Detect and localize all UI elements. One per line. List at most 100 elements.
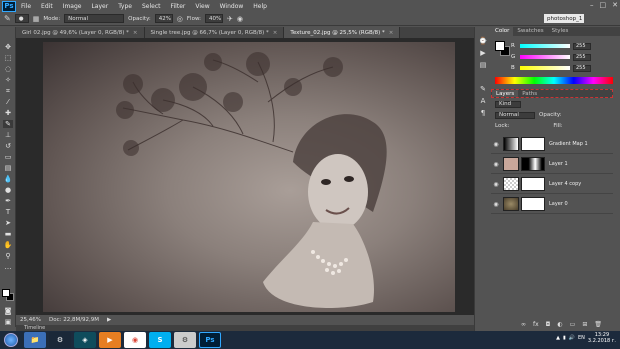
close-icon[interactable]: × bbox=[389, 30, 394, 36]
photoshop-icon[interactable]: Ps bbox=[199, 332, 221, 348]
quick-mask-icon[interactable]: ◙ bbox=[3, 307, 13, 315]
history-brush-tool-icon[interactable]: ↺ bbox=[3, 142, 13, 150]
menu-image[interactable]: Image bbox=[58, 3, 87, 10]
type-tool-icon[interactable]: T bbox=[3, 208, 13, 216]
settings-icon[interactable]: ⚙ bbox=[174, 332, 196, 348]
paragraph-icon[interactable]: ¶ bbox=[478, 109, 488, 117]
menu-select[interactable]: Select bbox=[137, 3, 166, 10]
quick-select-tool-icon[interactable]: ✧ bbox=[3, 76, 13, 84]
dodge-tool-icon[interactable]: ● bbox=[3, 186, 13, 194]
layer-row[interactable]: ◉ Layer 1 bbox=[491, 155, 613, 174]
menu-view[interactable]: View bbox=[190, 3, 214, 10]
skype-icon[interactable]: S bbox=[149, 332, 171, 348]
lasso-tool-icon[interactable]: ◌ bbox=[3, 65, 13, 73]
layer-row[interactable]: ◉ Layer 0 bbox=[491, 195, 613, 214]
brush-settings-icon[interactable]: ✎ bbox=[478, 85, 488, 93]
tab-styles[interactable]: Styles bbox=[548, 27, 573, 36]
document-canvas[interactable] bbox=[43, 42, 455, 312]
actions-icon[interactable]: ▶ bbox=[478, 49, 488, 57]
g-value[interactable]: 255 bbox=[573, 53, 591, 61]
language-indicator[interactable]: EN bbox=[578, 335, 585, 341]
network-icon[interactable]: ▮ bbox=[563, 335, 566, 341]
shape-tool-icon[interactable]: ▬ bbox=[3, 230, 13, 238]
green-slider[interactable]: G 255 bbox=[511, 53, 617, 61]
clock[interactable]: 13:29 3.2.2018 г. bbox=[588, 332, 616, 344]
crop-tool-icon[interactable]: ⌗ bbox=[3, 87, 13, 95]
more-tools-icon[interactable]: … bbox=[3, 263, 13, 271]
layer-mask-thumb[interactable] bbox=[521, 137, 545, 151]
layer-name[interactable]: Layer 1 bbox=[549, 161, 568, 167]
close-icon[interactable]: × bbox=[133, 30, 138, 36]
visibility-eye-icon[interactable]: ◉ bbox=[491, 161, 501, 168]
history-icon[interactable]: ⌚ bbox=[478, 37, 488, 45]
red-slider[interactable]: R 255 bbox=[511, 42, 617, 50]
visibility-eye-icon[interactable]: ◉ bbox=[491, 141, 501, 148]
airbrush-icon[interactable]: ✈ bbox=[227, 15, 233, 23]
menu-filter[interactable]: Filter bbox=[166, 3, 191, 10]
character-icon[interactable]: A bbox=[478, 97, 488, 105]
tab-single-tree[interactable]: Single tree.jpg @ 66,7% (Layer 0, RGB/8)… bbox=[144, 27, 285, 38]
steam-icon[interactable]: ⚙ bbox=[49, 332, 71, 348]
volume-icon[interactable]: 🔊 bbox=[569, 335, 575, 341]
mode-select[interactable]: Normal bbox=[64, 14, 125, 23]
menu-type[interactable]: Type bbox=[113, 3, 137, 10]
properties-icon[interactable]: ▤ bbox=[478, 61, 488, 69]
b-value[interactable]: 255 bbox=[573, 64, 591, 72]
blue-slider[interactable]: B 255 bbox=[511, 64, 617, 72]
brush-tool-icon[interactable]: ✎ bbox=[3, 120, 13, 128]
menu-edit[interactable]: Edit bbox=[36, 3, 58, 10]
menu-help[interactable]: Help bbox=[248, 3, 272, 10]
explorer-icon[interactable]: 📁 bbox=[24, 332, 46, 348]
workspace-select[interactable]: photoshop_1 bbox=[544, 14, 584, 23]
screen-mode-icon[interactable]: ▣ bbox=[3, 318, 13, 326]
move-tool-icon[interactable]: ✥ bbox=[3, 43, 13, 51]
layer-mask-thumb[interactable] bbox=[521, 177, 545, 191]
foreground-color-swatch[interactable] bbox=[2, 289, 10, 297]
blend-mode-select[interactable]: Normal bbox=[495, 111, 535, 119]
fg-color-chip[interactable] bbox=[495, 41, 505, 51]
tab-paths[interactable]: Paths bbox=[518, 90, 541, 97]
layer-name[interactable]: Layer 4 copy bbox=[549, 181, 581, 187]
healing-tool-icon[interactable]: ✚ bbox=[3, 109, 13, 117]
maximize-icon[interactable]: □ bbox=[600, 1, 607, 9]
layer-row[interactable]: ◉ Gradient Map 1 bbox=[491, 135, 613, 154]
path-select-tool-icon[interactable]: ➤ bbox=[3, 219, 13, 227]
status-arrow-icon[interactable]: ▶ bbox=[107, 317, 111, 323]
pen-tool-icon[interactable]: ✒ bbox=[3, 197, 13, 205]
delete-layer-icon[interactable]: 🗑 bbox=[594, 321, 602, 328]
tray-arrow-icon[interactable]: ▲ bbox=[556, 335, 560, 341]
layer-mask-thumb[interactable] bbox=[521, 197, 545, 211]
menu-file[interactable]: File bbox=[16, 3, 36, 10]
tab-color[interactable]: Color bbox=[491, 27, 514, 36]
eraser-tool-icon[interactable]: ▭ bbox=[3, 153, 13, 161]
close-icon[interactable]: × bbox=[273, 30, 278, 36]
layer-mask-thumb[interactable] bbox=[521, 157, 545, 171]
start-button[interactable] bbox=[4, 333, 18, 347]
visibility-eye-icon[interactable]: ◉ bbox=[491, 181, 501, 188]
menu-window[interactable]: Window bbox=[215, 3, 249, 10]
group-icon[interactable]: ▭ bbox=[570, 321, 576, 328]
add-mask-icon[interactable]: ◘ bbox=[546, 321, 551, 328]
media-player-icon[interactable]: ▶ bbox=[99, 332, 121, 348]
hand-tool-icon[interactable]: ✋ bbox=[3, 241, 13, 249]
layer-name[interactable]: Gradient Map 1 bbox=[549, 141, 588, 147]
color-spectrum-bar[interactable] bbox=[495, 77, 613, 84]
new-layer-icon[interactable]: ⊞ bbox=[582, 321, 587, 328]
kind-select[interactable]: Kind bbox=[495, 100, 521, 108]
tab-texture-02[interactable]: Texture_02.jpg @ 25,5% (RGB/8) * × bbox=[284, 27, 401, 38]
close-icon[interactable]: ✕ bbox=[612, 1, 618, 9]
brush-panel-icon[interactable]: ▦ bbox=[33, 15, 40, 23]
r-value[interactable]: 255 bbox=[573, 42, 591, 50]
chrome-icon[interactable]: ◉ bbox=[124, 332, 146, 348]
xsplit-icon[interactable]: ◈ bbox=[74, 332, 96, 348]
layer-name[interactable]: Layer 0 bbox=[549, 201, 568, 207]
zoom-level[interactable]: 25,46% bbox=[20, 317, 41, 323]
brush-tool-icon[interactable]: ✎ bbox=[4, 14, 11, 23]
fx-icon[interactable]: fx bbox=[533, 321, 539, 328]
visibility-eye-icon[interactable]: ◉ bbox=[491, 201, 501, 208]
eyedropper-tool-icon[interactable]: ⁄ bbox=[3, 98, 13, 106]
tab-swatches[interactable]: Swatches bbox=[513, 27, 547, 36]
tab-girl-02[interactable]: Girl 02.jpg @ 49,6% (Layer 0, RGB/8) * × bbox=[16, 27, 145, 38]
tab-layers[interactable]: Layers bbox=[492, 90, 519, 97]
opacity-input[interactable]: 42% bbox=[154, 14, 173, 23]
